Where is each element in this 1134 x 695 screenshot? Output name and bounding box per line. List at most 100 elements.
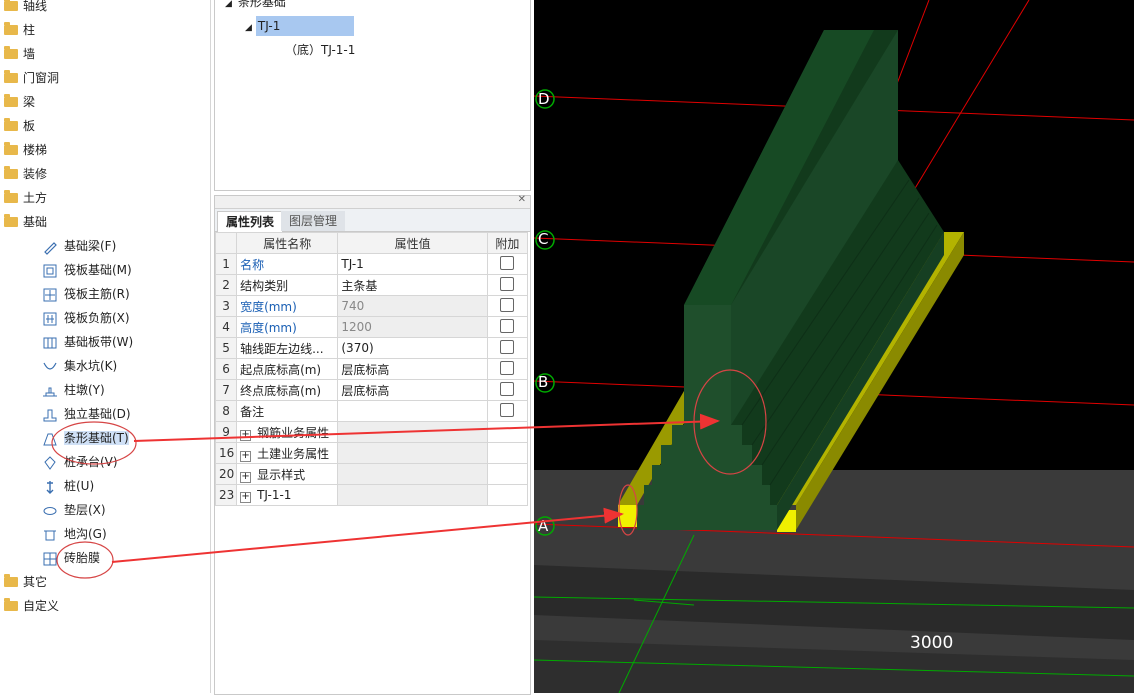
table-row[interactable]: 16 + 土建业务属性: [214, 442, 529, 464]
panel-titlebar: ✕: [215, 194, 530, 209]
expand-arrow-icon[interactable]: ◢: [225, 0, 232, 9]
dimension-label: 3000: [910, 633, 954, 653]
table-row[interactable]: 6 起点底标高(m) 层底标高: [214, 358, 529, 380]
nav-item-openings[interactable]: 门窗洞: [4, 68, 59, 88]
table-row[interactable]: 1 名称 TJ-1: [214, 253, 529, 275]
nav-sub-trench[interactable]: 地沟(G): [42, 524, 107, 544]
checkbox[interactable]: [500, 381, 515, 396]
folder-icon: [4, 0, 18, 11]
nav-sub-slab-strip[interactable]: 基础板带(W): [42, 332, 133, 352]
expand-arrow-icon[interactable]: ◢: [245, 23, 252, 33]
checkbox[interactable]: [500, 318, 515, 333]
column-pier-icon: [43, 387, 57, 396]
table-row[interactable]: 4 高度(mm) 1200: [214, 316, 529, 338]
table-row[interactable]: 20 + 显示样式: [214, 463, 529, 485]
pile-icon: [46, 480, 54, 494]
brick-mold-icon: [43, 552, 57, 565]
nav-sub-raft[interactable]: 筏板基础(M): [42, 260, 132, 280]
component-tree: 轴线 柱 墙 门窗洞 梁 板 楼梯 装修 土方 基础 基础梁(F) 筏板基础(M…: [0, 0, 211, 693]
tab-layer-management[interactable]: 图层管理: [281, 211, 346, 231]
expand-plus-icon[interactable]: +: [240, 491, 252, 503]
table-header: 属性名称 属性值 附加: [214, 232, 529, 254]
nav-sub-pile-cap[interactable]: 桩承台(V): [42, 452, 118, 472]
checkbox[interactable]: [500, 360, 515, 375]
folder-icon: [4, 574, 18, 587]
struct-type-field[interactable]: 主条基: [337, 274, 488, 296]
checkbox[interactable]: [500, 402, 515, 417]
axis-label-a: A: [538, 517, 549, 535]
nav-sub-foundation-beam[interactable]: 基础梁(F): [42, 236, 116, 256]
checkbox[interactable]: [500, 276, 515, 291]
table-row[interactable]: 8 备注: [214, 400, 529, 422]
name-value-field[interactable]: TJ-1: [337, 253, 488, 275]
nav-item-stairs[interactable]: 楼梯: [4, 140, 47, 160]
end-elevation-field[interactable]: 层底标高: [337, 379, 488, 401]
raft-icon: [43, 264, 57, 277]
width-field[interactable]: 740: [337, 295, 488, 317]
nav-item-slab[interactable]: 板: [4, 116, 35, 136]
tree-leaf-tj1-1[interactable]: （底）TJ-1-1: [285, 40, 355, 60]
nav-item-custom[interactable]: 自定义: [4, 596, 59, 616]
table-row[interactable]: 2 结构类别 主条基: [214, 274, 529, 296]
header-value: 属性值: [337, 232, 488, 254]
raft-main-rebar-icon: [43, 288, 57, 301]
table-row[interactable]: 23 + TJ-1-1: [214, 484, 529, 506]
axis-offset-field[interactable]: (370): [337, 337, 488, 359]
nav-sub-isolated-footing[interactable]: 独立基础(D): [42, 404, 131, 424]
nav-item-other[interactable]: 其它: [4, 572, 47, 592]
expand-plus-icon[interactable]: +: [240, 450, 252, 462]
tab-property-list[interactable]: 属性列表: [217, 211, 284, 232]
height-field[interactable]: 1200: [337, 316, 488, 338]
nav-item-earthwork[interactable]: 土方: [4, 188, 47, 208]
folder-open-icon: [4, 214, 18, 227]
table-row[interactable]: 3 宽度(mm) 740: [214, 295, 529, 317]
component-list: ◢ 条形基础 ◢ TJ-1 （底）TJ-1-1: [214, 0, 531, 191]
expand-plus-icon[interactable]: +: [240, 429, 252, 441]
folder-icon: [4, 94, 18, 107]
nav-sub-pile[interactable]: 桩(U): [42, 476, 94, 496]
model-canvas[interactable]: [534, 0, 1134, 693]
checkbox[interactable]: [500, 339, 515, 354]
remark-field[interactable]: [337, 400, 488, 422]
checkbox[interactable]: [500, 297, 515, 312]
nav-item-column[interactable]: 柱: [4, 20, 35, 40]
panel-tabs: 属性列表 图层管理: [215, 209, 530, 232]
axis-label-d: D: [538, 90, 550, 108]
nav-sub-cushion[interactable]: 垫层(X): [42, 500, 106, 520]
axis-label-b: B: [538, 373, 549, 391]
folder-icon: [4, 166, 18, 179]
folder-icon: [4, 598, 18, 611]
nav-sub-brick-mold[interactable]: 砖胎膜: [42, 548, 100, 568]
nav-item-beam[interactable]: 梁: [4, 92, 35, 112]
folder-icon: [4, 22, 18, 35]
raft-neg-rebar-icon: [43, 312, 57, 325]
nav-item-foundation[interactable]: 基础: [4, 212, 47, 232]
table-row[interactable]: 7 终点底标高(m) 层底标高: [214, 379, 529, 401]
nav-sub-strip-footing[interactable]: 条形基础(T): [42, 428, 129, 448]
folder-icon: [4, 118, 18, 131]
table-row[interactable]: 9 + 钢筋业务属性: [214, 421, 529, 443]
nav-item-wall[interactable]: 墙: [4, 44, 35, 64]
3d-viewport[interactable]: D C B A 3000: [534, 0, 1134, 693]
sump-icon: [43, 362, 57, 370]
nav-item-axis[interactable]: 轴线: [4, 0, 47, 16]
nav-sub-sump[interactable]: 集水坑(K): [42, 356, 117, 376]
start-elevation-field[interactable]: 层底标高: [337, 358, 488, 380]
checkbox[interactable]: [500, 255, 515, 270]
close-icon[interactable]: ✕: [518, 194, 526, 205]
header-name: 属性名称: [236, 232, 339, 254]
folder-icon: [4, 190, 18, 203]
nav-item-decoration[interactable]: 装修: [4, 164, 47, 184]
isolated-footing-icon: [43, 409, 57, 421]
slab-strip-icon: [43, 337, 57, 348]
tree-root[interactable]: ◢ 条形基础: [225, 0, 286, 12]
tree-node-tj1[interactable]: ◢ TJ-1: [245, 16, 354, 36]
expand-plus-icon[interactable]: +: [240, 471, 252, 483]
nav-sub-raft-main-rebar[interactable]: 筏板主筋(R): [42, 284, 130, 304]
nav-sub-column-pier[interactable]: 柱墩(Y): [42, 380, 105, 400]
cushion-icon: [43, 506, 57, 515]
header-num: [214, 232, 238, 254]
folder-icon: [4, 70, 18, 83]
table-row[interactable]: 5 轴线距左边线... (370): [214, 337, 529, 359]
nav-sub-raft-neg-rebar[interactable]: 筏板负筋(X): [42, 308, 130, 328]
